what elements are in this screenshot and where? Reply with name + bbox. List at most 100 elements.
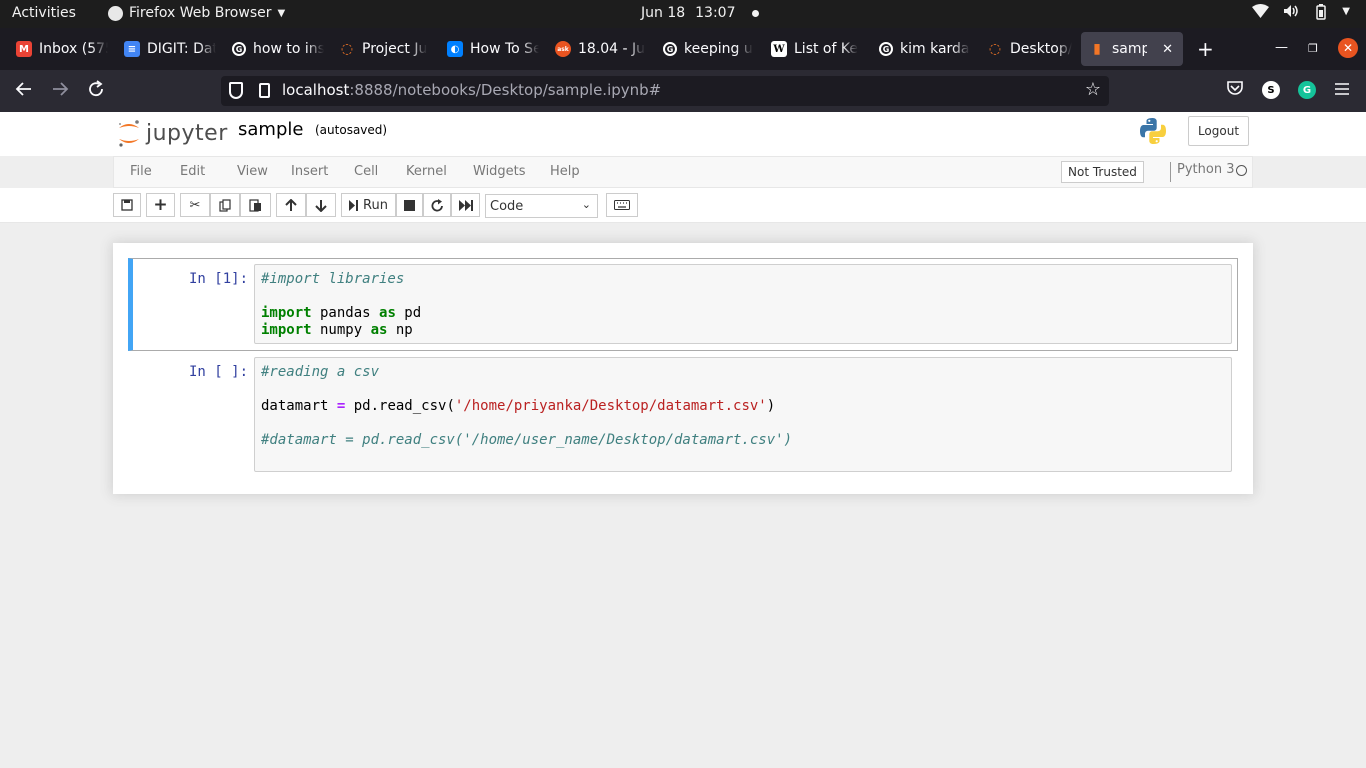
- run-button[interactable]: Run: [341, 193, 396, 217]
- menu-insert[interactable]: Insert: [291, 164, 328, 179]
- menu-edit[interactable]: Edit: [180, 164, 205, 179]
- close-tab-icon[interactable]: ✕: [1162, 42, 1173, 57]
- s-extension-icon[interactable]: S: [1262, 81, 1280, 99]
- tab[interactable]: W List of Ke: [763, 32, 863, 66]
- code-token: numpy: [311, 322, 371, 338]
- close-window-button[interactable]: ✕: [1338, 38, 1358, 58]
- code-input[interactable]: #import libraries import pandas as pd impo…: [254, 264, 1232, 344]
- notebook-icon: ▮: [1093, 41, 1101, 57]
- grammarly-icon[interactable]: G: [1298, 81, 1316, 99]
- interrupt-kernel-button[interactable]: [396, 193, 423, 217]
- wikipedia-icon: W: [771, 41, 787, 57]
- tab-title: how to ins: [253, 41, 324, 57]
- kernel-idle-indicator-icon: [1236, 165, 1247, 176]
- tab-title: keeping u: [684, 41, 753, 57]
- move-down-button[interactable]: [306, 193, 336, 217]
- paste-icon: [249, 199, 261, 212]
- time-label: 13:07: [695, 5, 736, 21]
- menu-view[interactable]: View: [237, 164, 268, 179]
- tab[interactable]: ask 18.04 - Ju: [547, 32, 647, 66]
- tab-active[interactable]: ▮ sample ✕: [1081, 32, 1183, 66]
- google-icon: G: [232, 42, 246, 56]
- tab[interactable]: ◌ Project Ju: [331, 32, 431, 66]
- copy-button[interactable]: [210, 193, 240, 217]
- system-tray[interactable]: ▼: [1252, 4, 1350, 24]
- code-line: import pandas as pd: [261, 305, 421, 321]
- page-info-icon[interactable]: [259, 83, 270, 98]
- tab-title: How To Se: [470, 41, 539, 57]
- kernel-name: Python 3: [1170, 162, 1234, 182]
- code-input[interactable]: #reading a csv datamart = pd.read_csv('/h…: [254, 357, 1232, 472]
- insert-cell-button[interactable]: +: [146, 193, 175, 217]
- tab[interactable]: ◌ Desktop/: [979, 32, 1074, 66]
- forward-arrow-icon[interactable]: [51, 80, 69, 103]
- logout-button[interactable]: Logout: [1188, 116, 1249, 146]
- menu-kernel[interactable]: Kernel: [406, 164, 447, 179]
- url-text[interactable]: localhost:8888/notebooks/Desktop/sample.…: [282, 81, 661, 99]
- restart-run-all-button[interactable]: [451, 193, 480, 217]
- notebook-name[interactable]: sample: [238, 119, 303, 140]
- cell-prompt: In [ ]:: [189, 364, 249, 380]
- code-token: pandas: [311, 305, 380, 321]
- cut-button[interactable]: ✂: [180, 193, 210, 217]
- back-arrow-icon[interactable]: [15, 80, 33, 103]
- new-tab-button[interactable]: +: [1197, 37, 1214, 61]
- code-token: #import libraries: [261, 271, 405, 287]
- tab-title: Project Ju: [362, 41, 428, 57]
- reload-icon[interactable]: [87, 80, 105, 103]
- step-forward-icon: [349, 199, 359, 211]
- tab[interactable]: Gkim karda: [871, 32, 971, 66]
- cell-prompt: In [1]:: [189, 271, 249, 287]
- tracking-protection-shield-icon[interactable]: [229, 82, 243, 99]
- tab[interactable]: Gkeeping u: [655, 32, 755, 66]
- restart-kernel-button[interactable]: [423, 193, 451, 217]
- save-button[interactable]: [113, 193, 141, 217]
- move-up-button[interactable]: [276, 193, 306, 217]
- code-line: import numpy as np: [261, 322, 413, 338]
- hamburger-menu-icon[interactable]: [1334, 81, 1350, 100]
- tab-strip: M Inbox (575 ≡ DIGIT: Dat Ghow to ins ◌ Projec…: [0, 28, 1366, 70]
- code-line: #import libraries: [261, 271, 404, 287]
- cell-type-select[interactable]: Code ⌄: [485, 194, 598, 218]
- code-line: datamart = pd.read_csv('/home/priyanka/D…: [261, 398, 775, 414]
- tab[interactable]: ◐ How To Se: [439, 32, 539, 66]
- address-bar[interactable]: localhost:8888/notebooks/Desktop/sample.…: [221, 76, 1109, 106]
- code-token: pd: [395, 305, 422, 321]
- pocket-icon[interactable]: [1226, 80, 1244, 100]
- scissors-icon: ✂: [189, 197, 201, 213]
- jupyter-logo[interactable]: jupyter: [117, 118, 228, 148]
- code-token: import: [261, 305, 312, 321]
- tab-title: Desktop/: [1010, 41, 1073, 57]
- python-logo-icon: [1139, 117, 1167, 149]
- activities-button[interactable]: Activities: [12, 5, 76, 21]
- tab-title: sample: [1112, 41, 1148, 57]
- bookmark-star-icon[interactable]: ☆: [1085, 79, 1101, 100]
- jupyter-header: jupyter sample (autosaved) Logout: [0, 112, 1366, 156]
- system-top-bar: Activities Firefox Web Browser ▼ Jun 18 …: [0, 0, 1366, 28]
- menu-file[interactable]: File: [130, 164, 152, 179]
- tab-title: 18.04 - Ju: [578, 41, 646, 57]
- code-token: np: [387, 322, 413, 338]
- menu-help[interactable]: Help: [550, 164, 580, 179]
- menu-cell[interactable]: Cell: [354, 164, 378, 179]
- autosave-status: (autosaved): [315, 123, 388, 137]
- jupyter-icon: ◌: [340, 41, 354, 57]
- code-token: #reading a csv: [261, 364, 380, 380]
- paste-button[interactable]: [240, 193, 271, 217]
- menu-widgets[interactable]: Widgets: [473, 164, 526, 179]
- jupyter-logo-icon: [119, 120, 139, 147]
- chevron-down-icon: ▼: [1342, 6, 1350, 17]
- code-line: #reading a csv: [261, 364, 379, 380]
- tab-title: kim karda: [900, 41, 970, 57]
- app-menu[interactable]: Firefox Web Browser ▼: [108, 5, 285, 21]
- clock[interactable]: Jun 18 13:07: [641, 5, 759, 21]
- docs-icon: ≡: [124, 41, 140, 57]
- tab[interactable]: ≡ DIGIT: Dat: [116, 32, 216, 66]
- tab[interactable]: Ghow to ins: [224, 32, 324, 66]
- google-icon: G: [879, 42, 893, 56]
- maximize-icon[interactable]: ❐: [1308, 42, 1318, 55]
- minimize-icon[interactable]: —: [1275, 40, 1288, 55]
- trust-status-button[interactable]: Not Trusted: [1061, 161, 1144, 183]
- command-palette-button[interactable]: [606, 193, 638, 217]
- tab[interactable]: M Inbox (575: [8, 32, 108, 66]
